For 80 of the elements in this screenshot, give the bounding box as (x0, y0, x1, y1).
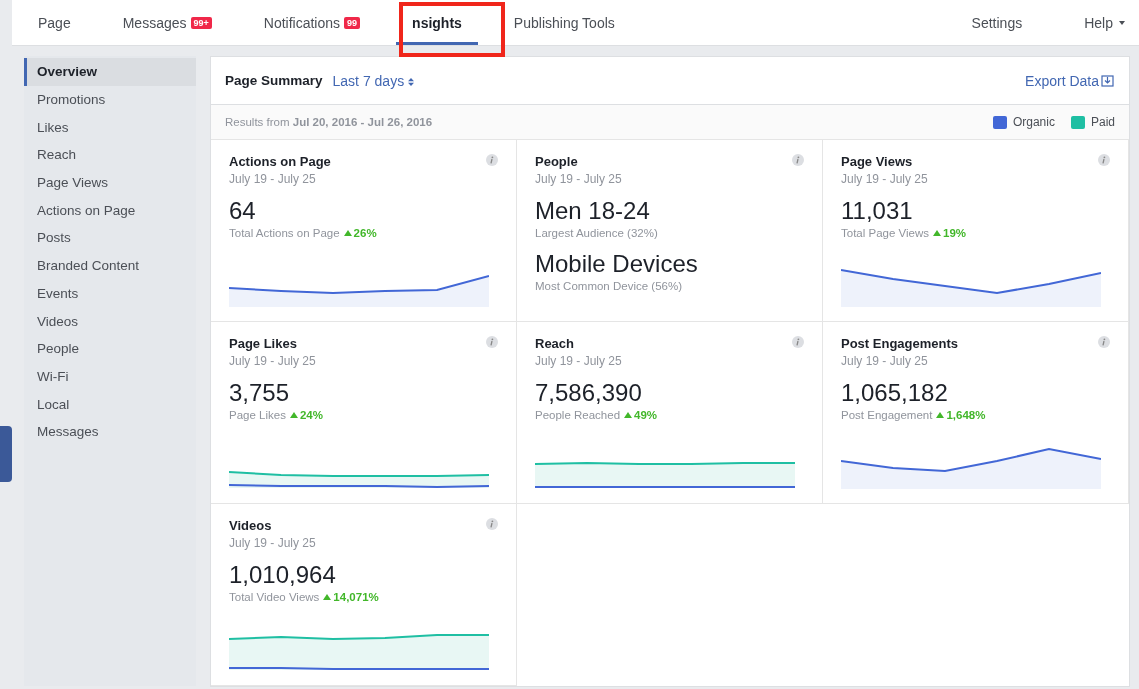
legend-label: Paid (1090, 115, 1115, 129)
up-arrow-icon (936, 412, 945, 418)
metric-label: Total Page Views (841, 227, 929, 239)
panel-title: Page Summary (225, 73, 323, 88)
up-arrow-icon (933, 230, 941, 236)
count-badge: 99+ (190, 16, 212, 29)
nav-tab[interactable]: Page (22, 0, 87, 45)
legend-label: Organic (1012, 115, 1055, 129)
metric-label: People Reached (535, 409, 621, 421)
info-icon[interactable] (486, 154, 498, 166)
card-dates: July 19 - July 25 (229, 354, 316, 368)
sidebar-item[interactable]: Videos (24, 307, 196, 335)
card-title: Actions on Page (229, 154, 331, 169)
card-dates: July 19 - July 25 (841, 172, 928, 186)
metric-label: Most Common Device (56%) (535, 280, 682, 292)
sidebar-item[interactable]: Branded Content (24, 251, 196, 280)
info-icon[interactable] (1098, 336, 1110, 348)
metric-value: 1,010,964 (229, 562, 337, 588)
metric-value: 7,586,390 (535, 380, 643, 406)
card-dates: July 19 - July 25 (535, 354, 622, 368)
metric-value: 11,031 (841, 198, 914, 224)
metric-value: Mobile Devices (535, 251, 699, 277)
up-arrow-icon (343, 230, 352, 236)
download-icon (1101, 74, 1115, 87)
change-value: 1,648% (936, 409, 986, 421)
sidebar-item[interactable]: Local (24, 390, 196, 418)
card-dates: July 19 - July 25 (229, 536, 316, 550)
info-icon[interactable] (792, 336, 804, 348)
metric-label: Page Likes (229, 409, 286, 421)
metric-label: Largest Audience (32%) (535, 227, 658, 239)
sidebar-item[interactable]: Overview (24, 58, 196, 86)
card-title: Page Likes (229, 336, 297, 351)
sidebar-item[interactable]: Wi-Fi (24, 362, 196, 391)
sidebar-item[interactable]: Events (24, 279, 196, 308)
card-title: Post Engagements (841, 336, 959, 351)
sidebar-item[interactable]: Reach (24, 141, 196, 169)
up-arrow-icon (289, 412, 298, 418)
info-icon[interactable] (792, 154, 804, 166)
metric-value: 3,755 (229, 380, 291, 406)
card-title: Page Views (841, 154, 913, 169)
up-arrow-icon (624, 412, 633, 418)
sidebar-item[interactable]: Posts (24, 224, 196, 252)
nav-link[interactable]: Help (1042, 0, 1125, 45)
range-dropdown[interactable]: Last 7 days (332, 72, 415, 89)
metric-value: 1,065,182 (841, 380, 949, 406)
nav-link[interactable]: Settings (929, 0, 1023, 45)
change-value: 14,071% (323, 591, 379, 603)
sidebar-item[interactable]: Promotions (24, 85, 196, 114)
sort-icon (408, 77, 415, 86)
change-value: 26% (343, 227, 377, 239)
card-title: Reach (535, 336, 575, 351)
nav-tab[interactable]: Messages 99+ (106, 0, 228, 45)
change-value: 24% (289, 409, 323, 421)
card-title: Videos (229, 518, 272, 533)
sidebar-item[interactable]: Likes (24, 113, 196, 142)
sidebar-item[interactable]: People (24, 334, 196, 363)
up-arrow-icon (323, 594, 332, 600)
sidebar-item[interactable]: Actions on Page (24, 196, 196, 225)
change-value: 19% (933, 227, 967, 239)
card-dates: July 19 - July 25 (841, 354, 928, 368)
count-badge: 99 (344, 16, 361, 29)
metric-value: Men 18-24 (535, 198, 651, 224)
nav-tab[interactable]: Notifications 99 (247, 0, 377, 45)
metric-label: Total Actions on Page (229, 227, 340, 239)
card-dates: July 19 - July 25 (229, 172, 316, 186)
sidebar-item[interactable]: Messages (24, 417, 196, 446)
nav-tab[interactable]: Publishing Tools (497, 0, 631, 45)
change-value: 49% (624, 409, 658, 421)
nav-tab[interactable]: nsights (396, 0, 478, 45)
card-title: People (535, 154, 578, 169)
metric-label: Post Engagement (841, 409, 933, 421)
export-link[interactable]: Export Data (1025, 72, 1115, 89)
metric-label: Total Video Views (229, 591, 320, 603)
metric-value: 64 (229, 198, 257, 224)
info-icon[interactable] (1098, 154, 1110, 166)
results-range: Results from Jul 20, 2016 - Jul 26, 2016 (225, 116, 433, 128)
info-icon[interactable] (486, 518, 498, 530)
sidebar-item[interactable]: Page Views (24, 168, 196, 197)
card-dates: July 19 - July 25 (535, 172, 622, 186)
info-icon[interactable] (486, 336, 498, 348)
